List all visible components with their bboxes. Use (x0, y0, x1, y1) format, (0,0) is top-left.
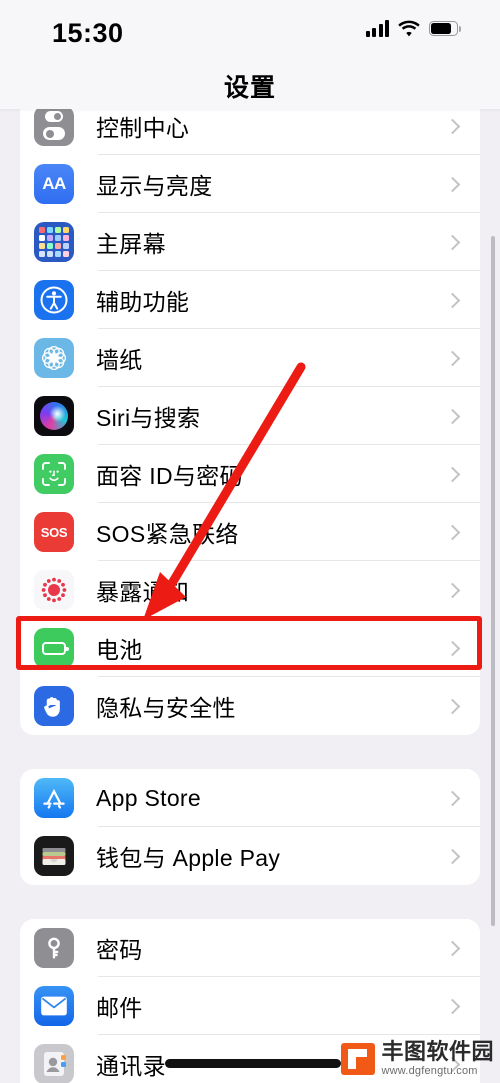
settings-row-label: 显示与亮度 (96, 173, 213, 199)
settings-row[interactable]: 面容 ID与密码 (20, 445, 480, 503)
chevron-right-icon (444, 292, 461, 309)
settings-row-label: Siri与搜索 (96, 405, 201, 431)
chevron-right-icon (444, 234, 461, 251)
settings-row-label: 主屏幕 (96, 231, 166, 257)
home-screen-icon (34, 222, 74, 262)
chevron-right-icon (444, 698, 461, 715)
chevron-right-icon (444, 790, 461, 807)
settings-row[interactable]: 隐私与安全性 (20, 677, 480, 735)
settings-row[interactable]: 电池 (20, 619, 480, 677)
settings-group-store: App Store 钱包与 Apple Pay (20, 769, 480, 885)
settings-row-label: 面容 ID与密码 (96, 463, 243, 489)
settings-row-label: 隐私与安全性 (96, 695, 236, 721)
settings-row-label: 暴露通知 (96, 579, 190, 605)
settings-row[interactable]: 墙纸 (20, 329, 480, 387)
settings-row[interactable]: 密码 (20, 919, 480, 977)
chevron-right-icon (444, 640, 461, 657)
settings-row[interactable]: App Store (20, 769, 480, 827)
exposure-notifications-icon (34, 570, 74, 610)
group-gap (0, 735, 500, 769)
vertical-scrollbar[interactable] (491, 236, 495, 926)
mail-icon (34, 986, 74, 1026)
settings-row-label: 电池 (96, 637, 143, 663)
chevron-right-icon (444, 466, 461, 483)
app-store-icon (34, 778, 74, 818)
group-gap (0, 885, 500, 919)
navigation-bar: 设置 (0, 66, 500, 109)
settings-row[interactable]: SOS SOS紧急联络 (20, 503, 480, 561)
watermark-url: www.dgfengtu.com (381, 1065, 478, 1077)
face-id-icon (34, 454, 74, 494)
chevron-right-icon (444, 408, 461, 425)
wifi-icon (398, 20, 420, 37)
settings-row-label: 密码 (96, 937, 143, 963)
settings-row[interactable]: 钱包与 Apple Pay (20, 827, 480, 885)
settings-row[interactable]: 辅助功能 (20, 271, 480, 329)
chevron-right-icon (444, 940, 461, 957)
passwords-icon (34, 928, 74, 968)
iphone-settings-screen: 控制中心 AA 显示与亮度 主屏幕 辅助功能 墙纸 Siri与搜索 面容 ID与密码 SOS SO… (0, 0, 500, 1083)
accessibility-icon (34, 280, 74, 320)
chevron-right-icon (444, 848, 461, 865)
chevron-right-icon (444, 582, 461, 599)
settings-row[interactable]: 邮件 (20, 977, 480, 1035)
siri-icon (34, 396, 74, 436)
settings-row-label: 控制中心 (96, 115, 190, 141)
page-title: 设置 (223, 74, 276, 102)
settings-row[interactable]: Siri与搜索 (20, 387, 480, 445)
watermark-logo-icon (341, 1043, 376, 1075)
navbar-shadow (0, 109, 500, 112)
contacts-icon (34, 1044, 74, 1083)
control-center-icon (34, 106, 74, 146)
status-bar-time: 15:30 (52, 18, 124, 48)
display-brightness-icon: AA (34, 164, 74, 204)
settings-row-label: 墙纸 (96, 347, 143, 373)
settings-row-label: 通讯录 (96, 1053, 166, 1079)
settings-row-label: 钱包与 Apple Pay (96, 845, 281, 871)
settings-row-label: SOS紧急联络 (96, 521, 239, 547)
emergency-sos-icon: SOS (34, 512, 74, 552)
status-bar: 15:30 (0, 0, 500, 66)
privacy-security-icon (34, 686, 74, 726)
settings-row-label: 辅助功能 (96, 289, 190, 315)
watermark: 丰图软件园 www.dgfengtu.com (341, 1041, 494, 1077)
home-indicator[interactable] (165, 1059, 341, 1068)
battery-icon (429, 21, 461, 36)
settings-scroll-view[interactable]: 控制中心 AA 显示与亮度 主屏幕 辅助功能 墙纸 Siri与搜索 面容 ID与密码 SOS SO… (0, 97, 500, 1083)
chevron-right-icon (444, 118, 461, 135)
settings-row-label: App Store (96, 784, 201, 811)
settings-row[interactable]: 主屏幕 (20, 213, 480, 271)
watermark-name: 丰图软件园 (381, 1039, 494, 1064)
settings-row[interactable]: 暴露通知 (20, 561, 480, 619)
wallpaper-icon (34, 338, 74, 378)
settings-row[interactable]: AA 显示与亮度 (20, 155, 480, 213)
status-bar-indicators (365, 20, 461, 37)
cellular-bars-icon (365, 20, 389, 37)
chevron-right-icon (444, 998, 461, 1015)
chevron-right-icon (444, 524, 461, 541)
battery-settings-icon (34, 628, 74, 668)
chevron-right-icon (444, 176, 461, 193)
chevron-right-icon (444, 350, 461, 367)
settings-row-label: 邮件 (96, 995, 143, 1021)
wallet-apple-pay-icon (34, 836, 74, 876)
settings-group-system: 控制中心 AA 显示与亮度 主屏幕 辅助功能 墙纸 Siri与搜索 面容 ID与密码 SOS SO… (20, 97, 480, 735)
